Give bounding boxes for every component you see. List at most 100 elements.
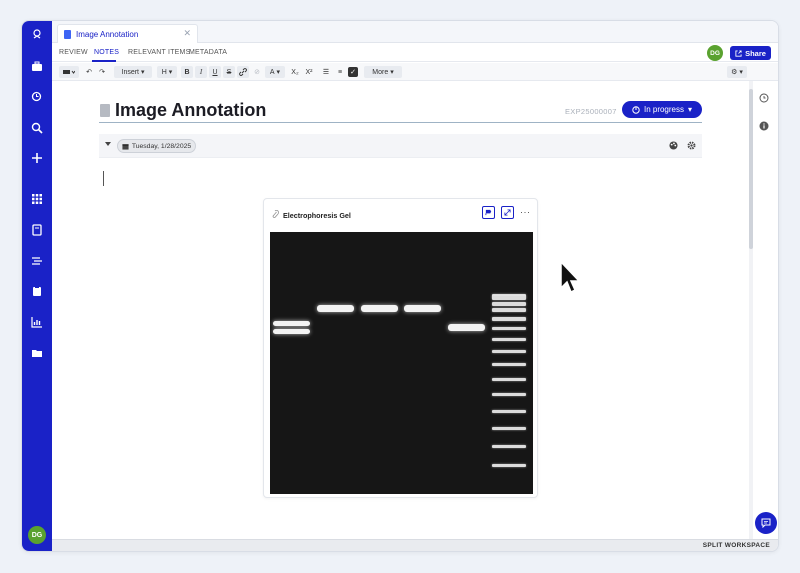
notebook-icon[interactable] [29,222,45,238]
workflow-icon[interactable] [29,253,45,269]
font-color-button[interactable]: A ▾ [265,66,285,78]
info-icon[interactable] [759,121,769,131]
image-card[interactable]: Electrophoresis Gel ··· [263,198,538,498]
ladder-band [492,427,526,430]
print-menu-button[interactable] [59,66,79,78]
clock-search-icon[interactable] [29,89,45,105]
chevron-down-icon: ▾ [276,69,281,76]
annotate-icon [485,209,492,216]
electrophoresis-gel-image[interactable] [270,232,533,494]
add-icon[interactable] [29,150,45,166]
collaborator-avatar[interactable]: DG [707,45,723,61]
gel-band [404,305,441,312]
more-menu-button[interactable]: More ▾ [364,66,402,78]
link-button[interactable] [237,66,249,78]
unlink-button[interactable]: ⊘ [251,66,263,78]
chat-button[interactable] [755,512,777,534]
insert-label: Insert [121,68,140,76]
gel-band [448,324,485,331]
status-dropdown[interactable]: In progress ▾ [622,101,702,118]
ladder-band [492,308,526,312]
ladder-band [492,350,526,353]
page-title[interactable]: Image Annotation [115,100,266,121]
italic-button[interactable]: I [195,66,207,78]
split-workspace-button[interactable]: SPLIT WORKSPACE [703,542,770,549]
heading-label: H [161,68,167,76]
collapse-caret-icon[interactable] [105,142,111,146]
ladder-band [492,393,526,396]
bullet-list-button[interactable]: ☰ [320,66,332,78]
gel-band [273,329,310,334]
undo-button[interactable]: ↶ [83,66,95,78]
chart-icon[interactable] [29,314,45,330]
mouse-pointer-icon [560,260,581,294]
scrollbar-thumb[interactable] [749,89,753,249]
underline-button[interactable]: U [209,66,221,78]
editor-settings-button[interactable]: ⚙ ▾ [727,66,747,78]
date-label: Tuesday, 1/28/2025 [131,142,192,150]
tab-review[interactable]: REVIEW [59,49,88,56]
subscript-button[interactable]: X₂ [289,66,301,78]
ladder-band [492,302,526,306]
chevron-down-icon: ▾ [739,69,743,76]
font-color-label: A [269,68,275,76]
more-label: More [372,68,389,76]
heading-menu-button[interactable]: H ▾ [157,66,177,78]
calendar-icon [122,143,129,150]
search-icon[interactable] [29,120,45,136]
numbered-list-button[interactable]: ≡ [334,66,346,78]
ladder-band [492,410,526,413]
app-logo-icon[interactable] [29,27,45,43]
document-tab-label: Image Annotation [76,29,139,39]
entry-date-bar: Tuesday, 1/28/2025 [99,134,702,158]
tab-notes[interactable]: NOTES [94,49,119,56]
gear-icon: ⚙ [731,69,738,76]
document-tab[interactable]: Image Annotation ✕ [57,24,198,43]
card-more-menu[interactable]: ··· [520,207,531,217]
chevron-down-icon: ▾ [688,105,693,114]
text-caret [103,171,104,186]
page-scrollbar[interactable] [749,81,753,541]
image-card-title: Electrophoresis Gel [283,211,351,220]
ladder-band [492,317,526,321]
share-label: Share [745,48,766,58]
status-progress-icon [632,105,640,114]
status-label: In progress [643,105,684,114]
experiment-id: EXP25000007 [565,107,617,116]
tab-relevant-items[interactable]: RELEVANT ITEMS [128,49,190,56]
superscript-button[interactable]: X² [303,66,315,78]
date-chip[interactable]: Tuesday, 1/28/2025 [117,139,196,153]
folder-icon[interactable] [29,345,45,361]
checklist-icon[interactable]: ✓ [348,67,358,77]
expand-button[interactable] [501,206,514,219]
chevron-down-icon: ▾ [168,69,173,76]
apps-grid-icon[interactable] [29,191,45,207]
left-rail: DG [22,21,52,551]
history-icon[interactable] [759,93,769,103]
chevron-down-icon: ▾ [140,69,145,76]
notebook-nav: REVIEW NOTES RELEVANT ITEMS METADATA DG … [52,43,778,62]
file-icon [64,29,71,39]
redo-button[interactable]: ↷ [96,66,108,78]
gear-icon[interactable] [687,141,696,150]
tab-metadata[interactable]: METADATA [189,49,227,56]
share-button[interactable]: Share [730,46,771,60]
share-icon [735,49,742,57]
bold-button[interactable]: B [181,66,193,78]
active-tab-indicator [92,60,116,62]
palette-icon[interactable] [669,141,678,150]
clipboard-icon[interactable] [29,283,45,299]
bottom-status-bar: SPLIT WORKSPACE [52,539,778,551]
chevron-down-icon: ▾ [390,69,394,76]
insert-menu-button[interactable]: Insert ▾ [114,66,152,78]
strikethrough-button[interactable]: S [223,66,235,78]
ladder-band [492,338,526,341]
close-tab-icon[interactable]: ✕ [183,28,191,39]
ladder-band [492,378,526,381]
app-window: DG Image Annotation ✕ REVIEW NOTES RELEV… [21,20,779,552]
annotate-button[interactable] [482,206,495,219]
user-avatar[interactable]: DG [28,526,46,544]
briefcase-icon[interactable] [29,58,45,74]
ladder-band [492,327,526,330]
expand-icon [504,209,511,216]
